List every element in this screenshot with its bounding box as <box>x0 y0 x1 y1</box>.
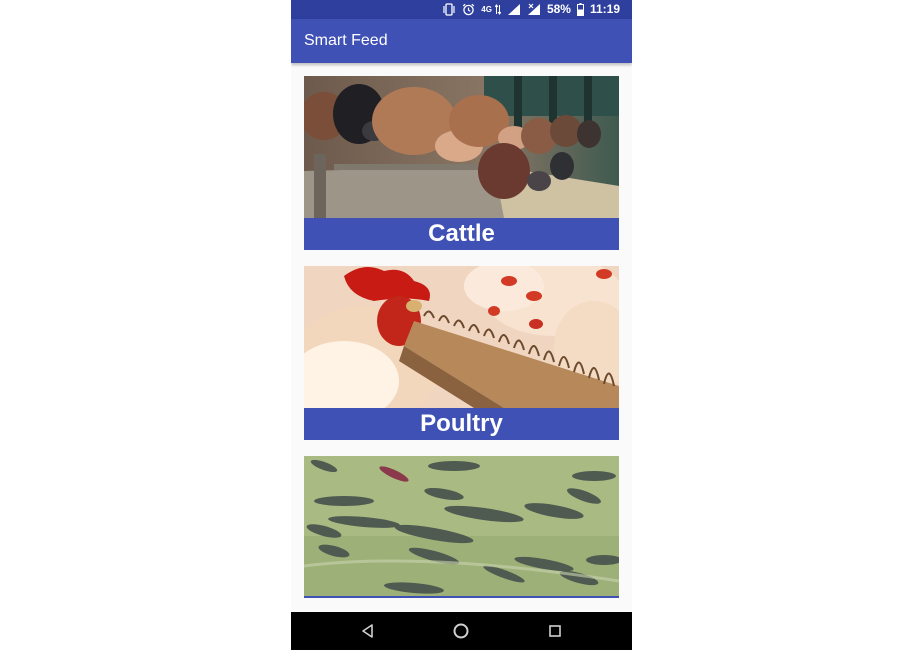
app-bar: Smart Feed <box>291 19 632 63</box>
phone-screen: 4G 58% 11:19 Smart Feed Cattle Poultry <box>291 0 632 650</box>
category-label: Poultry <box>304 408 619 440</box>
status-clock: 11:19 <box>589 2 620 16</box>
category-label: Cattle <box>304 218 619 250</box>
data-arrows-icon <box>494 4 501 15</box>
cattle-feeding-photo <box>304 76 619 218</box>
app-title: Smart Feed <box>304 32 388 49</box>
system-nav-bar <box>291 612 632 650</box>
battery-percentage: 58% <box>546 2 571 16</box>
recents-icon[interactable] <box>546 622 564 640</box>
category-card-poultry[interactable]: Poultry <box>304 266 619 440</box>
signal-no-data-icon <box>527 3 540 15</box>
chickens-feeding-photo <box>304 266 619 408</box>
back-icon[interactable] <box>359 622 377 640</box>
alarm-icon <box>463 3 475 16</box>
signal-icon <box>507 4 520 15</box>
network-type-label: 4G <box>481 4 492 14</box>
category-card-cattle[interactable]: Cattle <box>304 76 619 250</box>
category-card-fish[interactable] <box>304 456 619 598</box>
vibrate-icon <box>443 3 455 16</box>
fish-in-pond-photo <box>304 456 619 598</box>
status-bar: 4G 58% 11:19 <box>291 0 632 19</box>
home-icon[interactable] <box>452 622 470 640</box>
battery-icon <box>576 3 584 16</box>
